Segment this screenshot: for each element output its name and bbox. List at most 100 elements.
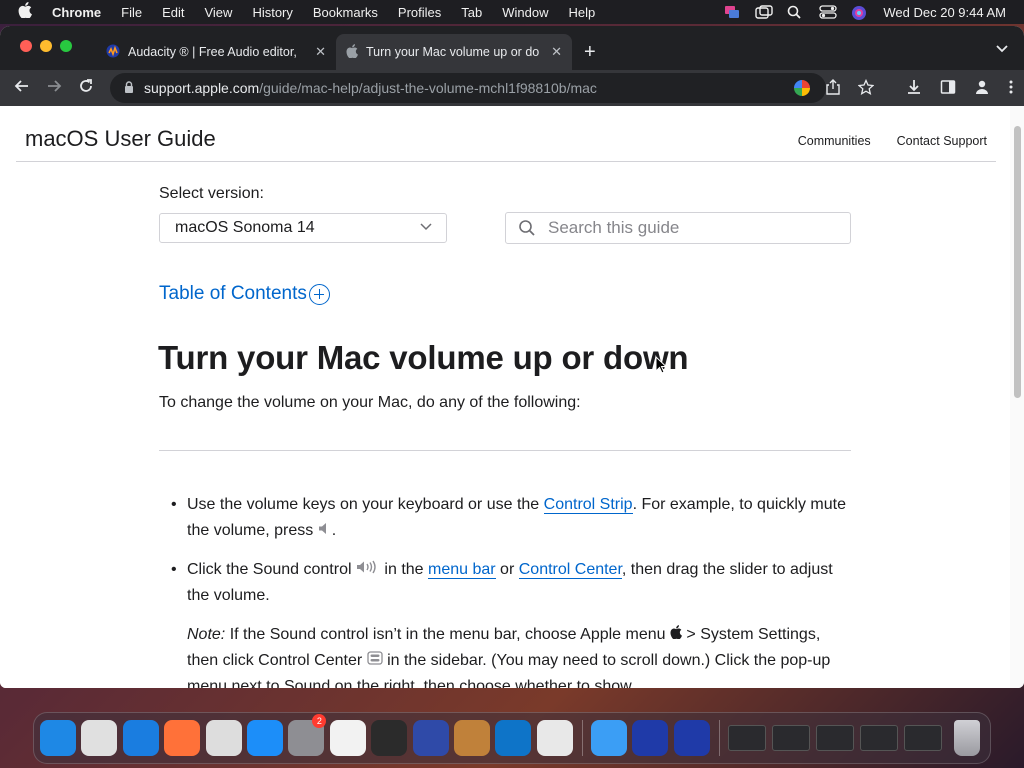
page-scrollbar[interactable] bbox=[1010, 106, 1024, 688]
more-menu-icon[interactable] bbox=[1008, 79, 1014, 99]
contact-support-link[interactable]: Contact Support bbox=[897, 134, 987, 148]
menu-window[interactable]: Window bbox=[502, 5, 548, 20]
screen-share-icon[interactable] bbox=[723, 5, 741, 19]
close-window-button[interactable] bbox=[20, 40, 32, 52]
notification-badge: 2 bbox=[312, 714, 327, 728]
dock-separator bbox=[719, 720, 721, 756]
control-center-glyph-icon bbox=[366, 651, 383, 669]
minimized-window[interactable] bbox=[904, 725, 943, 751]
minimized-window[interactable] bbox=[728, 725, 767, 751]
back-arrow-icon[interactable] bbox=[14, 78, 30, 99]
menu-profiles[interactable]: Profiles bbox=[398, 5, 441, 20]
chrome-icon[interactable] bbox=[205, 720, 242, 756]
audacity-icon[interactable] bbox=[673, 720, 710, 756]
side-panel-icon[interactable] bbox=[940, 79, 956, 99]
url-path: /guide/mac-help/adjust-the-volume-mchl1f… bbox=[259, 80, 597, 96]
minimize-window-button[interactable] bbox=[40, 40, 52, 52]
vscode-icon[interactable] bbox=[495, 720, 532, 756]
forward-arrow-icon[interactable] bbox=[46, 78, 62, 99]
menu-app-name[interactable]: Chrome bbox=[52, 5, 101, 20]
minimized-window[interactable] bbox=[772, 725, 811, 751]
tab-title: Audacity ® | Free Audio editor, bbox=[128, 45, 297, 59]
search-input[interactable] bbox=[548, 218, 828, 238]
menu-bar-clock[interactable]: Wed Dec 20 9:44 AM bbox=[883, 5, 1006, 20]
chevron-down-icon bbox=[420, 220, 432, 234]
tab-strip: Audacity ® | Free Audio editor, ✕ Turn y… bbox=[0, 26, 1024, 70]
list-item: Use the volume keys on your keyboard or … bbox=[171, 492, 847, 544]
new-tab-plus-icon[interactable]: + bbox=[584, 42, 596, 62]
guide-title[interactable]: macOS User Guide bbox=[25, 126, 216, 152]
window-stack-icon[interactable] bbox=[755, 5, 774, 19]
parallels-icon[interactable] bbox=[536, 720, 573, 756]
bookmark-star-icon[interactable] bbox=[857, 78, 875, 99]
step-text: Click the Sound control bbox=[187, 561, 356, 578]
article-intro: To change the volume on your Mac, do any… bbox=[159, 394, 581, 411]
profile-icon[interactable] bbox=[974, 79, 990, 99]
instruments-icon[interactable] bbox=[412, 720, 449, 756]
firefox-icon[interactable] bbox=[164, 720, 201, 756]
spotlight-search-icon[interactable] bbox=[787, 5, 805, 19]
terminal-icon[interactable] bbox=[371, 720, 408, 756]
guide-header: macOS User Guide Communities Contact Sup… bbox=[16, 106, 996, 162]
safari-icon[interactable] bbox=[122, 720, 159, 756]
close-tab-icon[interactable]: ✕ bbox=[315, 44, 326, 60]
browser-toolbar: support.apple.com/guide/mac-help/adjust-… bbox=[0, 70, 1024, 106]
siri-icon[interactable] bbox=[851, 5, 869, 20]
selected-version: macOS Sonoma 14 bbox=[175, 219, 315, 236]
menu-bar-link[interactable]: menu bar bbox=[428, 561, 496, 579]
menu-edit[interactable]: Edit bbox=[162, 5, 184, 20]
chrome-window: Audacity ® | Free Audio editor, ✕ Turn y… bbox=[0, 26, 1024, 688]
toolbar-extras bbox=[906, 79, 1014, 99]
mute-key-icon bbox=[318, 522, 332, 539]
menu-tab[interactable]: Tab bbox=[461, 5, 482, 20]
zoom-window-button[interactable] bbox=[60, 40, 72, 52]
minimized-window[interactable] bbox=[816, 725, 855, 751]
menu-help[interactable]: Help bbox=[569, 5, 596, 20]
google-lens-icon[interactable] bbox=[794, 80, 810, 96]
mouse-cursor-icon bbox=[655, 355, 668, 374]
app-store-icon[interactable] bbox=[246, 720, 283, 756]
minimized-window[interactable] bbox=[860, 725, 899, 751]
search-icon bbox=[518, 219, 536, 237]
step-text: in the bbox=[379, 561, 429, 578]
toolbar-actions bbox=[826, 78, 875, 99]
launchpad-icon[interactable] bbox=[81, 720, 118, 756]
table-of-contents-toggle[interactable]: Table of Contents bbox=[159, 283, 330, 305]
system-settings-icon[interactable]: 2 bbox=[288, 714, 327, 756]
apple-favicon-icon bbox=[346, 43, 358, 61]
menu-history[interactable]: History bbox=[252, 5, 292, 20]
control-center-link[interactable]: Control Center bbox=[518, 561, 622, 579]
apple-menu-icon[interactable] bbox=[18, 2, 38, 22]
finder-icon[interactable] bbox=[40, 720, 76, 756]
script-editor-icon[interactable] bbox=[329, 720, 366, 756]
audacity-icon[interactable] bbox=[632, 720, 669, 756]
menu-view[interactable]: View bbox=[204, 5, 232, 20]
lock-icon[interactable] bbox=[124, 80, 134, 96]
dock: 2 bbox=[33, 712, 991, 764]
tab-audacity[interactable]: Audacity ® | Free Audio editor, ✕ bbox=[96, 34, 336, 70]
menu-file[interactable]: File bbox=[121, 5, 142, 20]
page-content: macOS User Guide Communities Contact Sup… bbox=[0, 106, 1010, 688]
close-tab-icon[interactable]: ✕ bbox=[551, 44, 562, 60]
tab-mac-volume[interactable]: Turn your Mac volume up or do ✕ bbox=[336, 34, 572, 70]
weather-icon[interactable] bbox=[591, 720, 628, 756]
share-icon[interactable] bbox=[826, 79, 840, 99]
reload-icon[interactable] bbox=[78, 78, 94, 99]
guide-search[interactable] bbox=[505, 212, 851, 244]
macos-menu-bar: Chrome File Edit View History Bookmarks … bbox=[0, 0, 1024, 24]
version-select[interactable]: macOS Sonoma 14 bbox=[159, 213, 447, 243]
download-icon[interactable] bbox=[906, 79, 922, 99]
step-text: . bbox=[331, 522, 337, 539]
trash-icon[interactable] bbox=[954, 720, 981, 756]
address-bar[interactable]: support.apple.com/guide/mac-help/adjust-… bbox=[110, 73, 826, 103]
article-title: Turn your Mac volume up or down bbox=[158, 339, 689, 376]
menu-bookmarks[interactable]: Bookmarks bbox=[313, 5, 378, 20]
scrollbar-thumb[interactable] bbox=[1014, 126, 1021, 398]
tab-search-chevron-icon[interactable] bbox=[996, 42, 1008, 56]
communities-link[interactable]: Communities bbox=[798, 134, 871, 148]
steps-list: Use the volume keys on your keyboard or … bbox=[171, 492, 847, 688]
control-center-icon[interactable] bbox=[819, 5, 838, 19]
garageband-icon[interactable] bbox=[453, 720, 490, 756]
note-text: If the Sound control isn’t in the menu b… bbox=[225, 626, 670, 643]
control-strip-link[interactable]: Control Strip bbox=[543, 496, 633, 514]
